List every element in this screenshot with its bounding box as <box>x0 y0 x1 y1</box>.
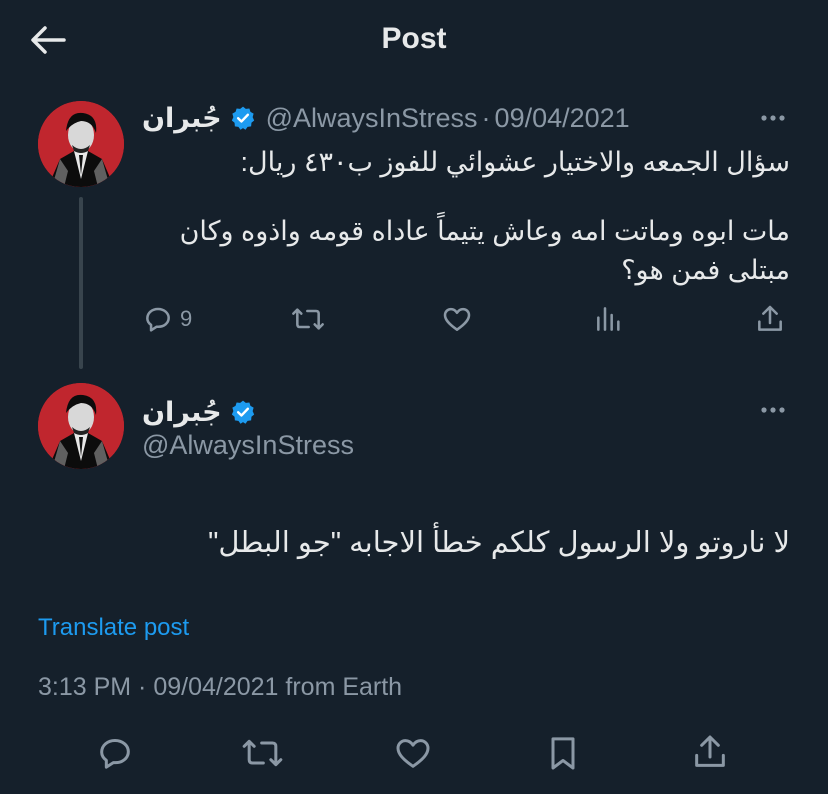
reply-icon <box>146 307 170 332</box>
share-icon <box>695 735 725 767</box>
share-icon <box>758 305 782 331</box>
avatar[interactable] <box>38 383 124 469</box>
main-post-text: لا ناروتو ولا الرسول كلكم خطأ الاجابه "ج… <box>208 527 790 559</box>
translate-post-link[interactable]: Translate post <box>38 613 189 643</box>
post-text-line-3: مبتلى فمن هو؟ <box>621 255 790 285</box>
avatar-image <box>38 383 124 469</box>
reply-count: 9 <box>180 306 193 331</box>
parent-post-header: جُبران @AlwaysInStress · 09/04/2021 <box>142 101 630 135</box>
separator: · <box>481 102 491 133</box>
verified-badge-icon <box>231 106 254 130</box>
views-button[interactable] <box>593 303 625 335</box>
display-name[interactable]: جُبران <box>142 397 222 428</box>
avatar[interactable] <box>38 101 124 187</box>
more-icon <box>761 407 785 413</box>
handle[interactable]: @AlwaysInStress <box>142 428 354 462</box>
more-options-button[interactable] <box>756 400 790 420</box>
retweet-button[interactable] <box>290 303 326 335</box>
bookmark-icon <box>551 737 575 770</box>
retweet-button[interactable] <box>240 733 285 773</box>
like-button[interactable] <box>441 303 473 335</box>
retweet-icon <box>242 739 283 767</box>
more-icon <box>761 115 785 121</box>
handle[interactable]: @AlwaysInStress <box>266 103 478 134</box>
more-options-button[interactable] <box>756 108 790 128</box>
post-date[interactable]: 09/04/2021 <box>495 103 630 134</box>
share-button[interactable] <box>754 303 786 335</box>
post-text-line-1: سؤال الجمعه والاختيار عشوائي للفوز ب٤٣٠ … <box>240 147 790 177</box>
thread-line <box>79 197 83 369</box>
bookmark-button[interactable] <box>543 733 583 773</box>
views-icon <box>597 307 620 331</box>
main-post-header: جُبران <box>142 395 256 429</box>
avatar-image <box>38 101 124 187</box>
reply-icon <box>100 739 130 769</box>
reply-button[interactable] <box>95 733 135 773</box>
post-text-line-2: مات ابوه وماتت امه وعاش يتيماً عاداه قوم… <box>179 216 790 246</box>
retweet-icon <box>292 308 324 330</box>
like-icon <box>443 307 471 331</box>
reply-button[interactable]: 9 <box>142 303 192 335</box>
page-title: Post <box>381 22 447 55</box>
share-button[interactable] <box>690 732 730 772</box>
post-timestamp: 3:13 PM · 09/04/2021 from Earth <box>38 673 403 701</box>
display-name[interactable]: جُبران <box>142 103 222 134</box>
like-button[interactable] <box>393 733 433 773</box>
like-icon <box>396 739 430 768</box>
verified-badge-icon <box>231 400 254 424</box>
